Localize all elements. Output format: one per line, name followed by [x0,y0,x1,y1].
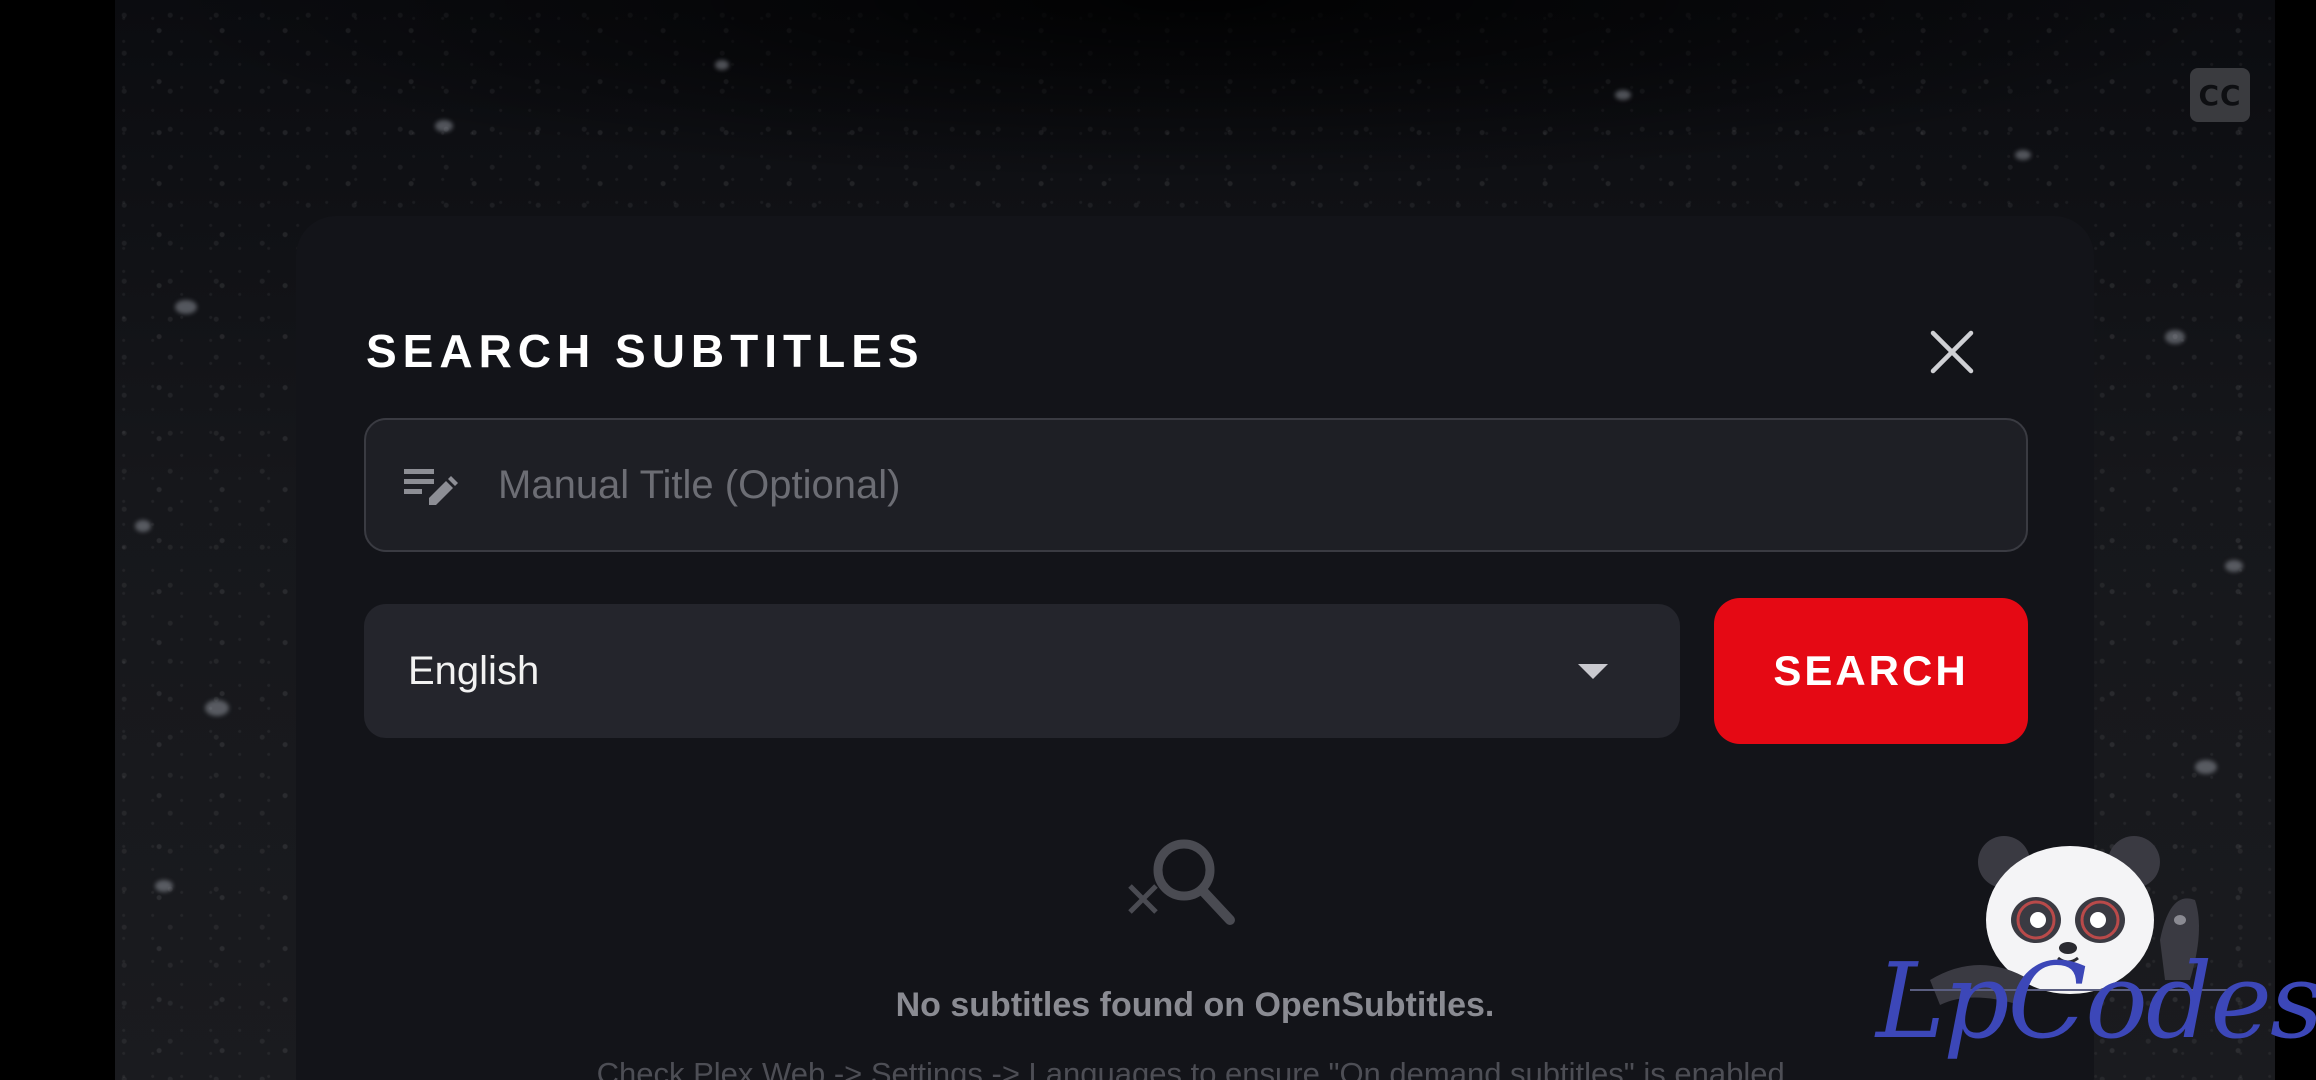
search-subtitles-dialog: SEARCH SUBTITLES English SEARCH No subti… [296,216,2094,1080]
search-off-icon [1128,839,1235,925]
closed-captions-button[interactable]: CC [2190,68,2250,122]
close-button[interactable] [1920,320,1984,384]
dialog-title: SEARCH SUBTITLES [366,325,925,377]
empty-state-message: No subtitles found on OpenSubtitles. [895,986,1495,1024]
close-icon [1930,330,1974,374]
chevron-down-icon [1578,663,1608,679]
empty-state-hint: Check Plex Web -> Settings -> Languages … [596,1056,1794,1080]
manual-title-field[interactable] [364,418,2028,552]
language-selected-value: English [408,648,540,693]
edit-notes-icon [404,469,458,505]
watermark-text: LpCodes [1876,940,2316,1062]
manual-title-input[interactable] [498,420,2026,550]
search-button[interactable]: SEARCH [1714,598,2028,744]
language-select[interactable]: English [364,604,1680,738]
